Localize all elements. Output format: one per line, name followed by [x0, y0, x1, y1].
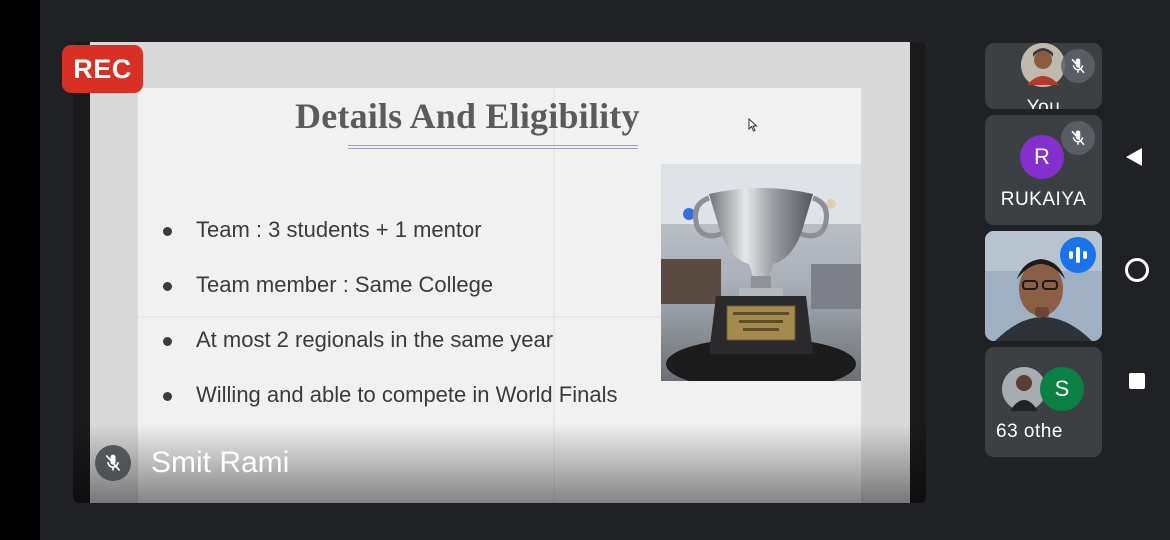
- mic-off-icon: [1061, 49, 1095, 83]
- home-circle-icon[interactable]: [1125, 258, 1149, 282]
- slide-bullet: At most 2 regionals in the same year: [163, 327, 617, 382]
- presentation-tile[interactable]: Details And Eligibility Team : 3 student…: [73, 42, 926, 503]
- slide-bullet: Team member : Same College: [163, 272, 617, 327]
- slide-bullet: Team : 3 students + 1 mentor: [163, 217, 617, 272]
- presenter-mic-off-icon: [95, 445, 131, 481]
- bullet-dot-icon: [163, 227, 172, 236]
- bullet-dot-icon: [163, 282, 172, 291]
- participant-tile-others[interactable]: S 63 othe: [985, 347, 1102, 457]
- recents-square-icon[interactable]: [1129, 373, 1145, 389]
- bullet-text: At most 2 regionals in the same year: [196, 327, 554, 352]
- participant-name: 63 othe: [996, 421, 1063, 442]
- avatar-initial: S: [1040, 367, 1084, 411]
- bullet-text: Willing and able to compete in World Fin…: [196, 382, 618, 407]
- back-triangle-icon[interactable]: [1126, 148, 1142, 166]
- bullet-text: Team : 3 students + 1 mentor: [196, 217, 482, 242]
- bullet-dot-icon: [163, 392, 172, 401]
- bullet-dot-icon: [163, 337, 172, 346]
- trophy-photo: [661, 164, 861, 381]
- speaking-indicator-icon: [1060, 237, 1096, 273]
- participant-tile-rukaiya[interactable]: R RUKAIYA: [985, 115, 1102, 225]
- participant-name: RUKAIYA: [1000, 189, 1087, 210]
- left-black-bar: [0, 0, 40, 540]
- presenter-name: Smit Rami: [151, 446, 290, 479]
- mouse-cursor-icon: [748, 117, 758, 137]
- bullet-text: Team member : Same College: [196, 272, 494, 297]
- recording-badge: REC: [62, 45, 143, 93]
- user-photo-avatar: [1021, 43, 1065, 87]
- avatar-initial: R: [1020, 135, 1064, 179]
- title-underline: [348, 145, 638, 149]
- slide-bullet-list: Team : 3 students + 1 mentor Team member…: [163, 217, 617, 437]
- participant-tile-you[interactable]: You: [985, 43, 1102, 109]
- slide-title: Details And Eligibility: [295, 96, 640, 136]
- mic-off-icon: [1061, 121, 1095, 155]
- participant-name: You: [1026, 97, 1061, 109]
